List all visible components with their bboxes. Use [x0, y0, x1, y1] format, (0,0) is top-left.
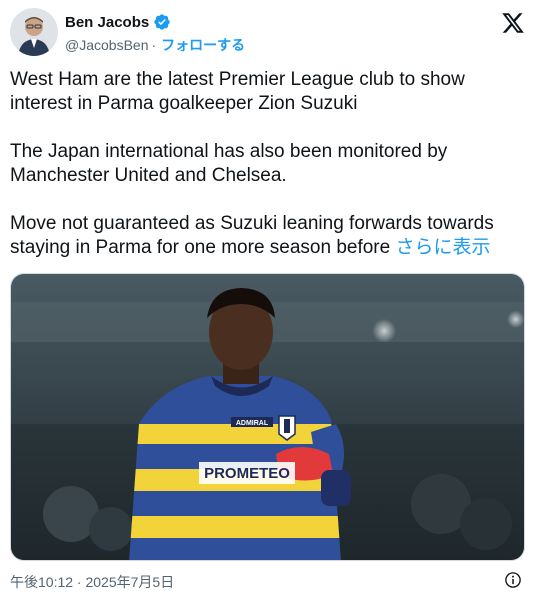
tweet-paragraph-1: West Ham are the latest Premier League c… — [10, 69, 465, 114]
tweet-header: Ben Jacobs @JacobsBen · フォローする — [10, 8, 527, 60]
tweet-paragraph-3: Move not guaranteed as Suzuki leaning fo… — [10, 212, 525, 260]
author-handle[interactable]: @JacobsBen — [65, 37, 148, 53]
author-name[interactable]: Ben Jacobs — [65, 14, 149, 31]
tweet-paragraph-2: The Japan international has also been mo… — [10, 141, 448, 186]
avatar[interactable] — [10, 8, 58, 56]
author-block: Ben Jacobs @JacobsBen · フォローする — [65, 13, 245, 55]
tweet-text: West Ham are the latest Premier League c… — [10, 68, 525, 284]
avatar-portrait — [10, 8, 58, 56]
show-more-link[interactable]: さらに表示 — [396, 237, 491, 258]
player-photo: PROMETEO ADMIRAL — [11, 274, 524, 560]
verified-badge-icon — [154, 14, 170, 30]
x-logo-icon[interactable] — [501, 11, 525, 35]
tweet-timestamp[interactable]: 午後10:12 · 2025年7月5日 — [10, 572, 174, 592]
follow-button[interactable]: フォローする — [161, 35, 245, 55]
handle-separator: · — [151, 37, 157, 53]
info-icon[interactable] — [504, 571, 522, 589]
shirt-sponsor: PROMETEO — [204, 465, 290, 482]
shirt-badge: ADMIRAL — [236, 420, 269, 427]
tweet-media-photo[interactable]: PROMETEO ADMIRAL — [10, 273, 525, 561]
